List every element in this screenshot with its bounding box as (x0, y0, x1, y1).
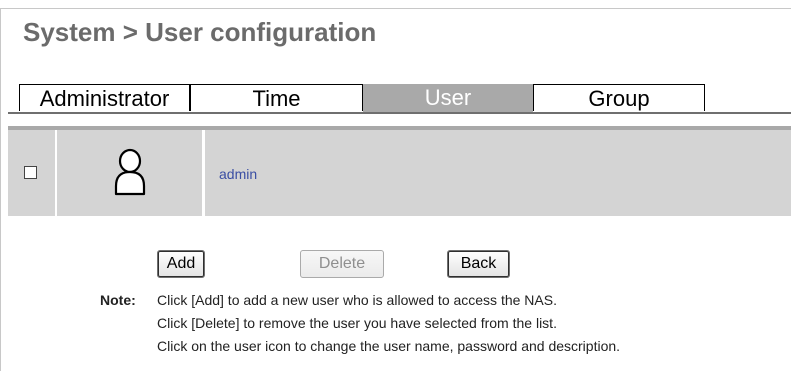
frame-left-border (0, 8, 1, 371)
tab-user[interactable]: User (363, 84, 533, 112)
user-icon[interactable] (112, 148, 148, 196)
page-title: System > User configuration (23, 17, 377, 47)
delete-button[interactable]: Delete (300, 250, 384, 278)
note-label: Note: (100, 292, 136, 308)
icon-cell (57, 130, 202, 216)
add-button[interactable]: Add (157, 250, 205, 278)
user-select-checkbox[interactable] (24, 166, 37, 179)
note-line: Click [Add] to add a new user who is all… (157, 292, 557, 308)
tab-time[interactable]: Time (190, 84, 363, 111)
column-divider (202, 130, 205, 216)
tab-administrator[interactable]: Administrator (19, 84, 190, 111)
username-link[interactable]: admin (219, 166, 257, 182)
table-row: admin (8, 130, 791, 216)
note-line: Click [Delete] to remove the user you ha… (157, 315, 557, 331)
tab-spacer (8, 114, 791, 126)
back-button[interactable]: Back (447, 250, 510, 278)
frame-top-border (0, 8, 791, 9)
tab-group[interactable]: Group (533, 84, 705, 111)
tab-bar: Administrator Time User Group (19, 84, 791, 112)
checkbox-cell (8, 130, 55, 216)
note-line: Click on the user icon to change the use… (157, 338, 621, 354)
